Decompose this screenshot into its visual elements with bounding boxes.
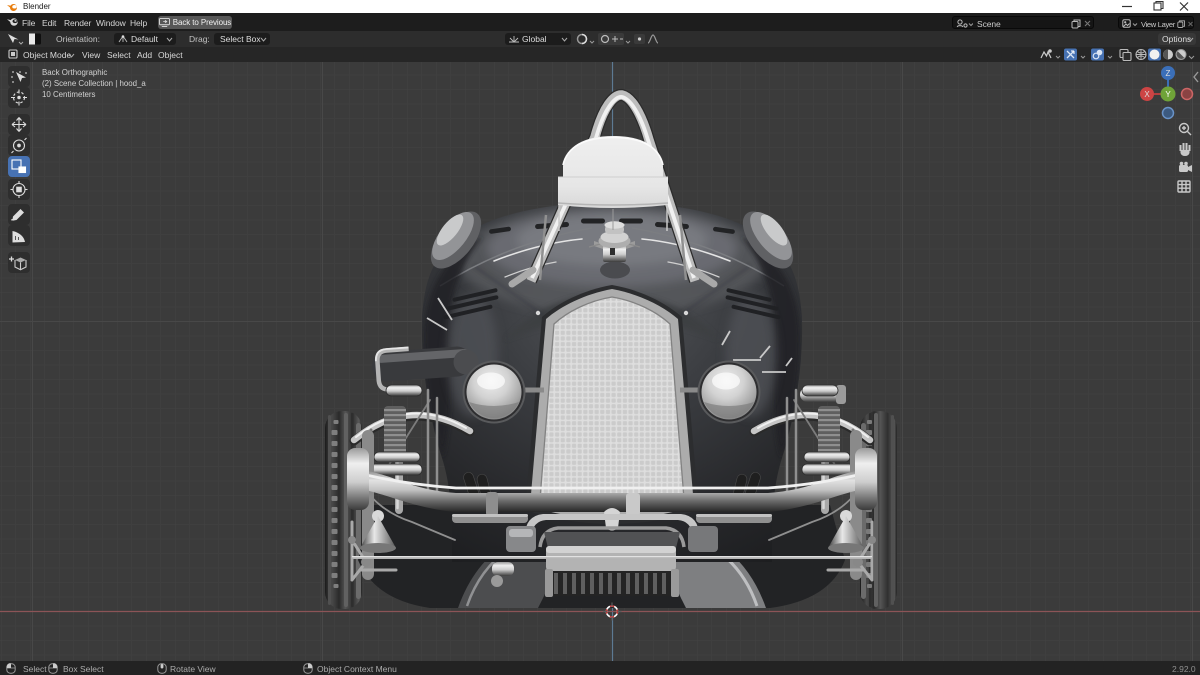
svg-text:Y: Y — [1165, 90, 1171, 99]
svg-text:X: X — [1144, 90, 1150, 99]
svg-text:Z: Z — [1166, 69, 1171, 78]
